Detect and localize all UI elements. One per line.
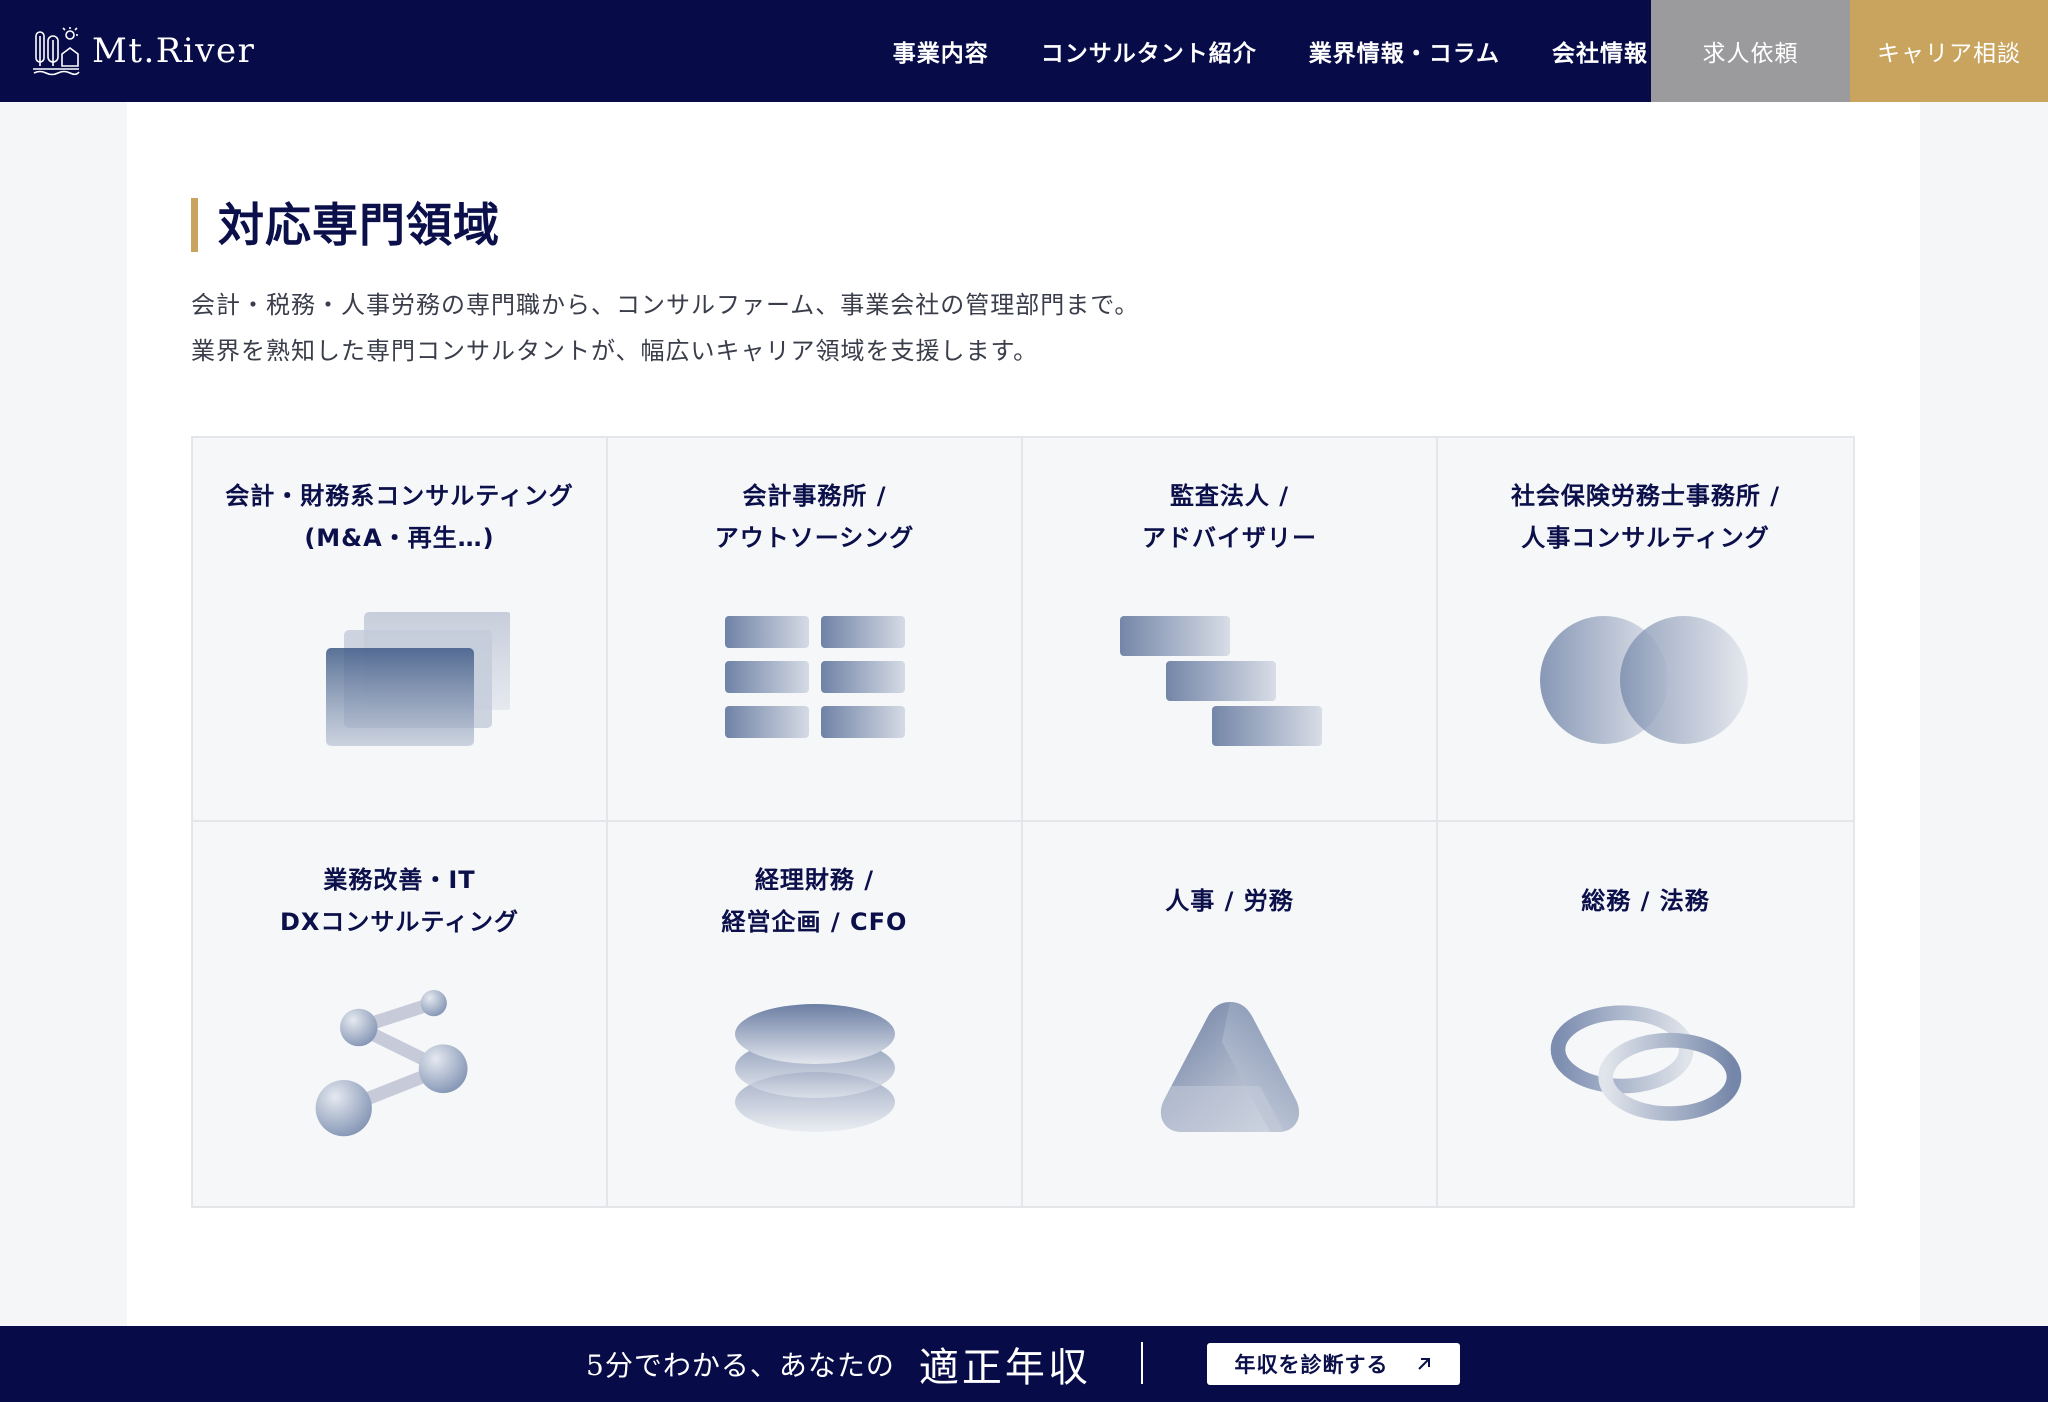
card-hr-labor[interactable]: 人事 / 労務 xyxy=(1023,822,1438,1206)
card-title-line: 経理財務 / xyxy=(754,866,875,894)
card-title-line: 社会保険労務士事務所 / xyxy=(1510,482,1781,510)
card-audit-firm[interactable]: 監査法人 / アドバイザリー xyxy=(1023,438,1438,822)
section-title: 対応専門領域 xyxy=(191,198,500,252)
specialty-grid: 会計・財務系コンサルティング (M&A・再生…) 会計事務所 / アウトソーシン… xyxy=(191,436,1855,1208)
logo-icon xyxy=(33,27,80,76)
overlapping-circles-icon xyxy=(1539,616,1748,744)
card-title-line: 経営企画 / CFO xyxy=(721,908,908,936)
card-title-line: DXコンサルティング xyxy=(280,908,519,936)
network-nodes-icon xyxy=(315,990,467,1137)
card-finance-cfo[interactable]: 経理財務 / 経営企画 / CFO xyxy=(608,822,1023,1206)
banner-lead: 5分でわかる、あなたの xyxy=(586,1349,895,1382)
nav-column[interactable]: 業界情報・コラム xyxy=(1309,34,1500,68)
grid-blocks-icon xyxy=(724,616,905,738)
card-accounting-firm[interactable]: 会計事務所 / アウトソーシング xyxy=(608,438,1023,822)
card-title: 経理財務 / 経営企画 / CFO xyxy=(608,856,1021,946)
card-title-line: アウトソーシング xyxy=(714,524,915,552)
card-title-line: アドバイザリー xyxy=(1142,524,1317,552)
card-title-line: 人事 / 労務 xyxy=(1165,887,1294,915)
nav-company[interactable]: 会社情報 xyxy=(1552,34,1648,68)
linked-rings-icon xyxy=(1550,1005,1741,1121)
card-accounting-consulting[interactable]: 会計・財務系コンサルティング (M&A・再生…) xyxy=(193,438,608,822)
card-title-line: (M&A・再生…) xyxy=(304,524,495,552)
salary-diagnosis-button[interactable]: 年収を診断する xyxy=(1207,1343,1460,1385)
banner-divider xyxy=(1141,1342,1143,1384)
logo[interactable]: Mt.River xyxy=(32,26,255,76)
staircase-bars-icon xyxy=(1119,616,1322,746)
section-lead: 会計・税務・人事労務の専門職から、コンサルファーム、事業会社の管理部門まで。 業… xyxy=(191,282,1139,374)
banner-highlight: 適正年収 xyxy=(918,1345,1091,1391)
card-title-line: 業務改善・IT xyxy=(323,866,476,894)
card-labor-consulting[interactable]: 社会保険労務士事務所 / 人事コンサルティング xyxy=(1438,438,1853,822)
salary-banner: 5分でわかる、あなたの 適正年収 年収を診断する xyxy=(0,1326,2048,1402)
card-title-line: 会計・財務系コンサルティング xyxy=(225,482,574,510)
logo-text: Mt.River xyxy=(92,31,256,71)
card-title-line: 監査法人 / xyxy=(1169,482,1290,510)
global-nav: 事業内容 コンサルタント紹介 業界情報・コラム 会社情報 xyxy=(893,0,1648,102)
site-header: Mt.River 事業内容 コンサルタント紹介 業界情報・コラム 会社情報 求人… xyxy=(0,0,2048,102)
card-title: 人事 / 労務 xyxy=(1023,856,1436,946)
salary-diagnosis-label: 年収を診断する xyxy=(1234,1353,1389,1377)
triangle-icon xyxy=(1160,1002,1299,1132)
card-title-line: 会計事務所 / xyxy=(742,482,887,510)
nav-business[interactable]: 事業内容 xyxy=(893,34,989,68)
banner-text: 5分でわかる、あなたの 適正年収 xyxy=(586,1326,1091,1402)
nav-consultants[interactable]: コンサルタント紹介 xyxy=(1041,34,1257,68)
stacked-discs-icon xyxy=(734,1004,895,1132)
job-request-button[interactable]: 求人依頼 xyxy=(1651,0,1850,102)
card-general-legal[interactable]: 総務 / 法務 xyxy=(1438,822,1853,1206)
card-title: 会計事務所 / アウトソーシング xyxy=(608,472,1021,562)
card-title-line: 総務 / 法務 xyxy=(1581,887,1710,915)
card-title: 監査法人 / アドバイザリー xyxy=(1023,472,1436,562)
main-panel: 対応専門領域 会計・税務・人事労務の専門職から、コンサルファーム、事業会社の管理… xyxy=(127,102,1920,1326)
arrow-up-right-icon xyxy=(1417,1358,1430,1370)
card-title: 社会保険労務士事務所 / 人事コンサルティング xyxy=(1438,472,1853,562)
card-title: 会計・財務系コンサルティング (M&A・再生…) xyxy=(193,472,606,562)
card-title: 業務改善・IT DXコンサルティング xyxy=(193,856,606,946)
stacked-cards-icon xyxy=(325,612,510,746)
lead-line-1: 会計・税務・人事労務の専門職から、コンサルファーム、事業会社の管理部門まで。 xyxy=(191,291,1140,319)
lead-line-2: 業界を熟知した専門コンサルタントが、幅広いキャリア領域を支援します。 xyxy=(191,337,1039,365)
card-it-dx[interactable]: 業務改善・IT DXコンサルティング xyxy=(193,822,608,1206)
card-title-line: 人事コンサルティング xyxy=(1521,524,1770,552)
card-title: 総務 / 法務 xyxy=(1438,856,1853,946)
career-consultation-button[interactable]: キャリア相談 xyxy=(1850,0,2048,102)
